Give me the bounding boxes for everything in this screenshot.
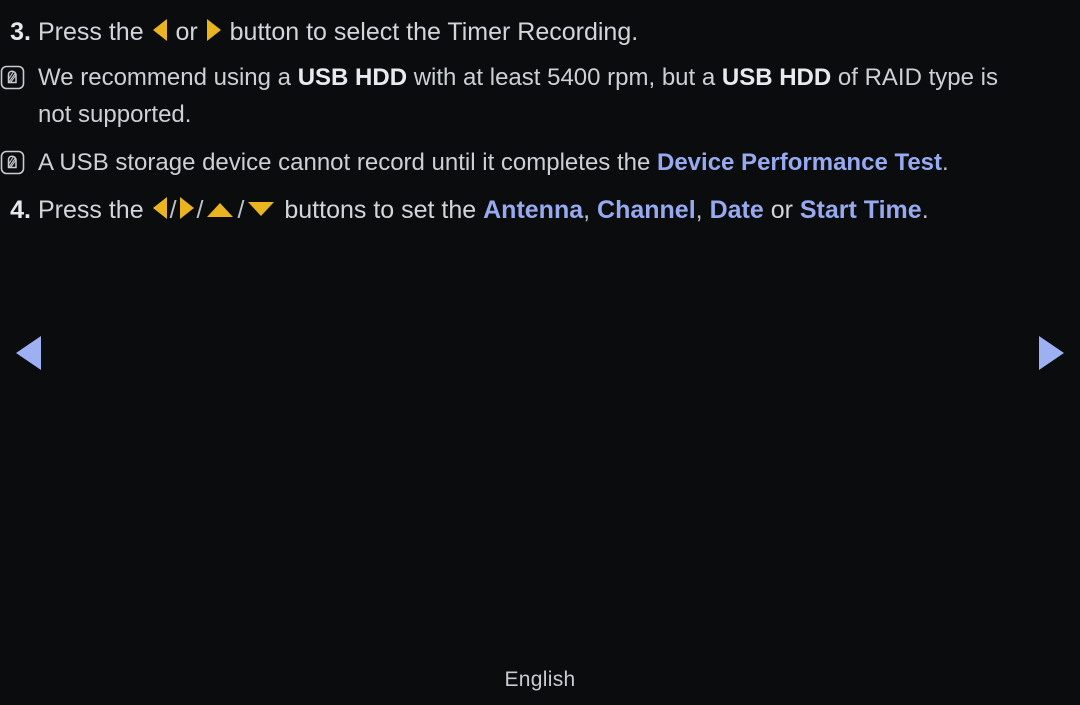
slash-separator: / — [237, 196, 245, 224]
arrow-left-triangle-icon — [152, 197, 167, 219]
previous-page-arrow-icon[interactable] — [16, 336, 41, 370]
note-item-2: A USB storage device cannot record until… — [0, 144, 1080, 181]
note-pencil-icon — [0, 65, 25, 90]
slash-separator: / — [169, 196, 177, 224]
step-item-3: 3. Press the or button to select the Tim… — [0, 14, 1080, 50]
note-pencil-icon — [0, 150, 25, 175]
arrow-right-triangle-icon — [206, 19, 221, 41]
note1-bold-usbhdd-2: USB HDD — [721, 64, 832, 91]
step-text: Press the or button to select the Timer … — [38, 14, 1080, 50]
arrow-left-triangle-icon — [152, 19, 167, 41]
step4-highlight-start-time: Start Time — [799, 196, 922, 224]
step4-period: . — [921, 196, 929, 224]
step-number: 3. — [10, 18, 31, 46]
slash-separator: / — [196, 196, 204, 224]
step4-text-or: or — [763, 196, 800, 224]
step4-text-middle: buttons to set the — [277, 196, 484, 224]
note-text: We recommend using a USB HDD with at lea… — [38, 59, 1080, 133]
step-item-4: 4. Press the / / / buttons to set the Ante… — [0, 192, 1080, 228]
step4-text-before: Press the — [38, 196, 151, 224]
note2-period: . — [942, 149, 949, 176]
step-number: 4. — [10, 196, 31, 224]
note-item-1: We recommend using a USB HDD with at lea… — [0, 59, 1080, 133]
note2-highlight-device-performance-test: Device Performance Test — [657, 149, 943, 176]
step4-highlight-date: Date — [709, 196, 764, 224]
step4-comma-2: , — [695, 196, 710, 224]
arrow-right-triangle-icon — [179, 197, 194, 219]
step3-text-after: button to select the Timer Recording. — [222, 18, 639, 46]
next-page-arrow-icon[interactable] — [1039, 336, 1064, 370]
step4-comma-1: , — [583, 196, 598, 224]
help-content: 3. Press the or button to select the Tim… — [0, 0, 1080, 228]
note1-text-a: We recommend using a — [38, 64, 298, 91]
language-label: English — [504, 668, 576, 691]
step3-text-before: Press the — [38, 18, 151, 46]
arrow-down-triangle-icon — [248, 202, 275, 216]
note1-text-b: with at least 5400 rpm, but a — [407, 64, 722, 91]
tv-help-screen: 3. Press the or button to select the Tim… — [0, 0, 1080, 705]
step4-highlight-antenna: Antenna — [483, 196, 584, 224]
arrow-up-triangle-icon — [207, 203, 234, 217]
step3-text-or: or — [168, 18, 205, 46]
step4-highlight-channel: Channel — [597, 196, 696, 224]
note1-bold-usbhdd-1: USB HDD — [297, 64, 408, 91]
note2-text-a: A USB storage device cannot record until… — [38, 149, 657, 176]
step-text: Press the / / / buttons to set the Antenna… — [38, 192, 1080, 228]
note-icon-container — [0, 59, 38, 90]
note-icon-container — [0, 144, 38, 175]
note-text: A USB storage device cannot record until… — [38, 144, 1080, 181]
